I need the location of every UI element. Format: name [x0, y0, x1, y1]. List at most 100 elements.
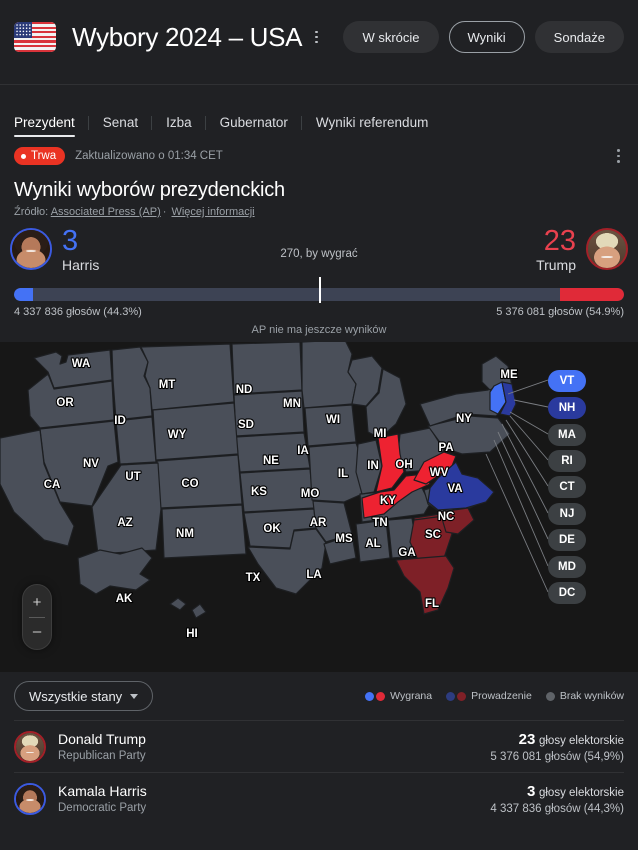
map-zoom-in-button[interactable]: + [23, 589, 51, 617]
svg-text:OR: OR [56, 397, 74, 409]
svg-text:IN: IN [367, 460, 379, 472]
svg-text:UT: UT [125, 471, 140, 483]
card-overflow-menu-icon[interactable] [613, 145, 624, 166]
svg-text:LA: LA [306, 569, 321, 581]
svg-text:IL: IL [338, 468, 348, 480]
legend-label-leading: Prowadzenie [471, 690, 532, 702]
svg-text:TN: TN [372, 517, 387, 529]
svg-text:TX: TX [246, 572, 261, 584]
results-card: Prezydent Senat Izba Gubernator Wyniki r… [0, 84, 638, 850]
subtab-wyniki-referendum[interactable]: Wyniki referendum [302, 115, 442, 137]
trump-avatar [14, 730, 46, 763]
result-electoral: 23 głosy elektorskie [519, 731, 624, 748]
map-pill-ct[interactable]: CT [548, 476, 586, 498]
app-header: Wybory 2024 – USA W skrócie Wyniki Sonda… [0, 0, 638, 74]
svg-text:MN: MN [283, 398, 301, 410]
live-dot-icon [21, 153, 26, 159]
status-badge: Trwa [14, 147, 66, 165]
tab-wyniki[interactable]: Wyniki [448, 21, 525, 53]
page-title: Wybory 2024 – USA [72, 21, 303, 52]
map-pill-dc[interactable]: DC [548, 582, 586, 604]
legend-swatch-won-dem [365, 691, 375, 701]
harris-popular-votes: 4 337 836 głosów (44.3%) [14, 306, 142, 318]
threshold-marker [319, 277, 321, 303]
svg-text:NV: NV [83, 458, 99, 470]
svg-text:CA: CA [44, 479, 61, 491]
subtab-gubernator[interactable]: Gubernator [206, 115, 302, 137]
svg-text:ME: ME [500, 369, 518, 381]
svg-text:ND: ND [236, 384, 253, 396]
map-controls-row: Wszystkie stany Wygrana Prowadzenie Brak… [0, 672, 638, 720]
more-info-link[interactable]: Więcej informacji [171, 206, 254, 218]
status-badge-label: Trwa [31, 150, 57, 162]
svg-text:MT: MT [159, 379, 176, 391]
svg-text:KY: KY [380, 495, 396, 507]
result-popular-votes: 5 376 081 głosów (54,9%) [490, 750, 624, 763]
map-zoom-control[interactable]: + – [22, 584, 52, 650]
title-overflow-menu-icon[interactable] [311, 30, 321, 44]
svg-text:AZ: AZ [117, 517, 132, 529]
svg-text:ID: ID [114, 415, 126, 427]
map-pill-ma[interactable]: MA [548, 424, 586, 446]
legend-label-won: Wygrana [390, 690, 433, 702]
harris-avatar [14, 782, 46, 815]
svg-text:NC: NC [438, 511, 455, 523]
result-row-harris[interactable]: Kamala Harris Democratic Party 3 głosy e… [14, 772, 624, 824]
electoral-bar-wrap [0, 277, 638, 303]
election-map[interactable]: WA OR ID MT ND SD MN WI MI NY ME WY NE I… [0, 342, 638, 672]
svg-text:NY: NY [456, 413, 472, 425]
svg-text:WV: WV [430, 467, 449, 479]
subtab-prezydent[interactable]: Prezydent [14, 115, 89, 137]
map-zoom-out-button[interactable]: – [23, 618, 51, 646]
svg-text:KS: KS [251, 486, 267, 498]
subtab-senat[interactable]: Senat [89, 115, 153, 137]
subtab-izba[interactable]: Izba [152, 115, 206, 137]
svg-text:GA: GA [398, 547, 415, 559]
subtab-label: Izba [166, 115, 192, 130]
svg-text:SD: SD [238, 419, 254, 431]
map-pill-vt[interactable]: VT [548, 370, 586, 392]
result-electoral: 3 głosy elektorskie [527, 783, 624, 800]
harris-bar-fill [14, 288, 33, 301]
us-map-svg[interactable]: WA OR ID MT ND SD MN WI MI NY ME WY NE I… [0, 342, 638, 672]
svg-text:NM: NM [176, 528, 194, 540]
map-pill-de[interactable]: DE [548, 529, 586, 551]
svg-text:NE: NE [263, 455, 279, 467]
svg-text:SC: SC [425, 529, 441, 541]
state-filter-dropdown[interactable]: Wszystkie stany [14, 681, 154, 711]
legend-label-no-results: Brak wyników [559, 690, 624, 702]
map-pill-nj[interactable]: NJ [548, 503, 586, 525]
svg-text:AK: AK [116, 593, 133, 605]
svg-text:FL: FL [425, 598, 439, 610]
tab-sondaze[interactable]: Sondaże [534, 21, 624, 53]
trump-popular-votes: 5 376 081 głosów (54.9%) [496, 306, 624, 318]
subtab-label: Wyniki referendum [315, 115, 429, 130]
svg-text:WY: WY [168, 429, 187, 441]
result-electoral-label: głosy elektorskie [538, 786, 624, 799]
result-candidate-name: Kamala Harris [58, 783, 147, 799]
subtab-label: Prezydent [14, 115, 75, 130]
status-row: Trwa Zaktualizowano o 01:34 CET [0, 137, 638, 167]
legend-swatch-lead-rep [457, 691, 467, 701]
subtab-label: Gubernator [219, 115, 288, 130]
source-prefix: Źródło: [14, 206, 49, 218]
svg-text:CO: CO [181, 478, 198, 490]
map-pill-ri[interactable]: RI [548, 450, 586, 472]
us-flag-icon [14, 22, 56, 52]
result-row-trump[interactable]: Donald Trump Republican Party 23 głosy e… [14, 720, 624, 772]
legend-item-no-results: Brak wyników [545, 690, 624, 702]
result-party: Republican Party [58, 750, 146, 762]
source-link[interactable]: Associated Press (AP) [51, 206, 161, 218]
header-tabs: W skrócie Wyniki Sondaże [343, 21, 624, 53]
tab-w-skrocie[interactable]: W skrócie [343, 21, 439, 53]
popular-votes-row: 4 337 836 głosów (44.3%) 5 376 081 głosó… [0, 301, 638, 318]
map-pill-nh[interactable]: NH [548, 397, 586, 419]
result-electoral-label: głosy elektorskie [538, 734, 624, 747]
no-results-note: AP nie ma jeszcze wyników [251, 324, 387, 336]
chevron-down-icon [130, 693, 139, 699]
svg-text:IA: IA [297, 445, 309, 457]
legend-swatch-won-rep [376, 691, 386, 701]
race-tabs: Prezydent Senat Izba Gubernator Wyniki r… [0, 85, 638, 137]
map-pill-md[interactable]: MD [548, 556, 586, 578]
svg-text:MO: MO [301, 488, 320, 500]
